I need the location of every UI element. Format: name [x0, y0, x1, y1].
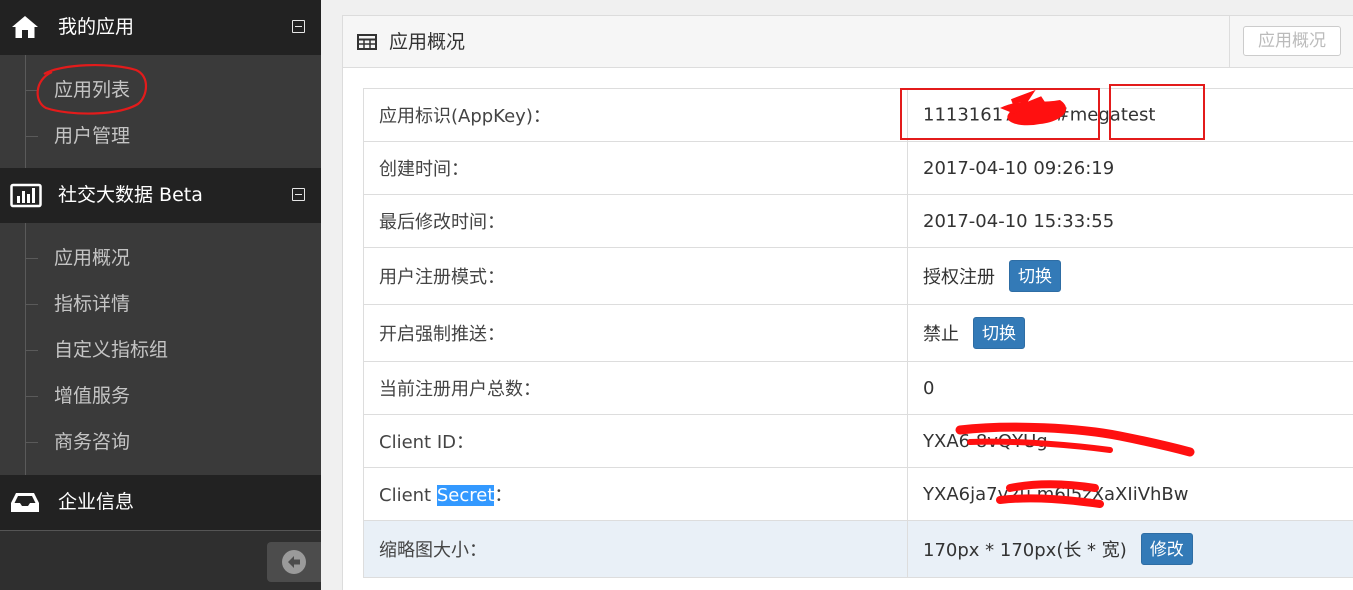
thumbnail-size-value: 170px * 170px(长 * 宽): [923, 540, 1127, 561]
submenu-social-big-data: 应用概况 指标详情 自定义指标组 增值服务 商务咨询: [0, 223, 321, 475]
red-box-annotation: [1109, 84, 1205, 140]
menu-group-title: 社交大数据 Beta: [58, 184, 203, 206]
divider: [0, 530, 321, 531]
row-label: 开启强制推送：: [363, 304, 908, 362]
table-icon: [357, 34, 377, 54]
row-value: 授权注册 切换: [907, 247, 1353, 305]
sidebar-item-custom-metric-group[interactable]: 自定义指标组: [0, 327, 321, 373]
row-value: 2017-04-10 15:33:55: [907, 194, 1353, 248]
menu-group-social-big-data[interactable]: 社交大数据 Beta: [0, 168, 321, 223]
client-id-label: Client ID: [379, 432, 457, 453]
submenu-my-apps: 应用列表 用户管理: [0, 55, 321, 168]
table-row: Client Secret： YXA6ja7v2u m6l5zXaXIiVhBw: [363, 467, 1353, 521]
row-value: 0: [907, 361, 1353, 415]
row-label: 应用标识(AppKey)：: [363, 88, 908, 142]
row-value: 170px * 170px(长 * 宽) 修改: [907, 520, 1353, 578]
sidebar-item-business-consulting[interactable]: 商务咨询: [0, 419, 321, 465]
row-label: 当前注册用户总数：: [363, 361, 908, 415]
inbox-icon: [10, 489, 42, 517]
sidebar-item-user-management[interactable]: 用户管理: [0, 113, 321, 159]
row-label: 创建时间：: [363, 141, 908, 195]
force-push-value: 禁止: [923, 324, 959, 345]
row-label: 缩略图大小：: [363, 520, 908, 578]
selected-text: Secret: [436, 485, 495, 506]
app-overview-button[interactable]: 应用概况: [1243, 26, 1341, 56]
sidebar-item-app-overview[interactable]: 应用概况: [0, 235, 321, 281]
edit-thumbnail-size-button[interactable]: 修改: [1140, 533, 1193, 565]
sidebar: 我的应用 应用列表 用户管理 社交大数据 Beta 应用概况 指标详情 自定义指…: [0, 0, 321, 590]
sidebar-item-label: 增值服务: [54, 385, 131, 407]
sidebar-collapse-button[interactable]: [267, 542, 321, 582]
row-value: 禁止 切换: [907, 304, 1353, 362]
table-row: 缩略图大小： 170px * 170px(长 * 宽) 修改: [363, 520, 1353, 578]
table-row: 当前注册用户总数： 0: [363, 361, 1353, 415]
row-value: YXA6ja7v2u m6l5zXaXIiVhBw: [907, 467, 1353, 521]
sidebar-item-label: 自定义指标组: [54, 339, 169, 361]
table-row: Client ID： YXA6 8vQYUg: [363, 414, 1353, 468]
home-icon: [10, 14, 42, 42]
app-info-table: 应用标识(AppKey)： 11131617 380#megatest 创建时间…: [363, 88, 1353, 578]
sidebar-item-app-list[interactable]: 应用列表: [0, 67, 321, 113]
sidebar-item-value-added-services[interactable]: 增值服务: [0, 373, 321, 419]
panel-header: 应用概况 应用概况: [343, 16, 1353, 68]
row-label: 最后修改时间：: [363, 194, 908, 248]
sidebar-item-label: 用户管理: [54, 125, 131, 147]
table-row: 用户注册模式： 授权注册 切换: [363, 247, 1353, 305]
switch-force-push-button[interactable]: 切换: [973, 317, 1025, 349]
panel-title: 应用概况: [389, 31, 466, 53]
sidebar-item-label: 商务咨询: [54, 431, 131, 453]
table-row: 创建时间： 2017-04-10 09:26:19: [363, 141, 1353, 195]
menu-group-title: 我的应用: [58, 16, 135, 38]
collapse-group-icon[interactable]: [292, 188, 305, 201]
row-label: Client ID：: [363, 414, 908, 468]
sidebar-item-label: 应用列表: [54, 79, 131, 101]
menu-group-title: 企业信息: [58, 491, 135, 513]
bar-chart-icon: [10, 182, 42, 210]
switch-registration-mode-button[interactable]: 切换: [1009, 260, 1061, 292]
row-value: 2017-04-10 09:26:19: [907, 141, 1353, 195]
row-value: YXA6 8vQYUg: [907, 414, 1353, 468]
sidebar-item-metric-details[interactable]: 指标详情: [0, 281, 321, 327]
collapse-group-icon[interactable]: [292, 20, 305, 33]
menu-group-my-apps[interactable]: 我的应用: [0, 0, 321, 55]
red-box-annotation: [900, 88, 1100, 140]
table-row: 开启强制推送： 禁止 切换: [363, 304, 1353, 362]
row-label: 用户注册模式：: [363, 247, 908, 305]
row-label: Client Secret：: [363, 467, 908, 521]
menu-group-enterprise-info[interactable]: 企业信息: [0, 475, 321, 530]
arrow-left-icon: [288, 556, 300, 568]
table-row: 最后修改时间： 2017-04-10 15:33:55: [363, 194, 1353, 248]
sidebar-item-label: 指标详情: [54, 293, 131, 315]
registration-mode-value: 授权注册: [923, 267, 995, 288]
sidebar-item-label: 应用概况: [54, 247, 131, 269]
